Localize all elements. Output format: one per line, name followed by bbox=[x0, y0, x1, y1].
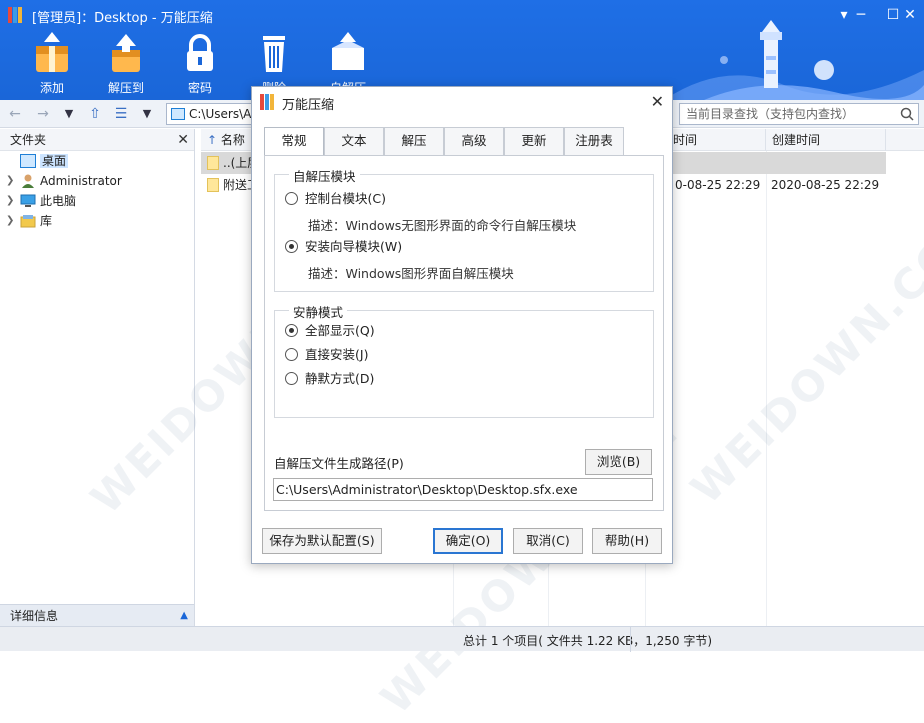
tree-item-administrator[interactable]: ❯ Administrator bbox=[0, 171, 194, 191]
ok-button[interactable]: 确定(O) bbox=[433, 528, 503, 554]
search-input[interactable]: 当前目录查找（支持包内查找） bbox=[679, 103, 919, 125]
search-placeholder: 当前目录查找（支持包内查找） bbox=[686, 107, 855, 121]
group-title: 自解压模块 bbox=[289, 166, 360, 185]
silent-mode-group: 安静模式 全部显示(Q) 直接安装(J) 静默方式(D) bbox=[274, 302, 654, 418]
up-folder-icon[interactable]: ⇧ bbox=[86, 105, 104, 123]
tab-general[interactable]: 常规 bbox=[264, 127, 324, 157]
password-button[interactable]: 密码 bbox=[165, 32, 235, 96]
title-bar: [管理员]：Desktop - 万能压缩 ▾ ─ ☐ ✕ bbox=[0, 0, 924, 30]
dialog-title: 万能压缩 bbox=[282, 98, 335, 113]
forward-icon[interactable]: → bbox=[34, 105, 52, 123]
radio-circle bbox=[285, 372, 298, 385]
tree-item-library[interactable]: ❯ 库 bbox=[0, 211, 194, 231]
console-module-description: 描述：Windows无图形界面的命令行自解压模块 bbox=[308, 218, 577, 233]
tree-item-this-pc[interactable]: ❯ 此电脑 bbox=[0, 191, 194, 211]
close-button[interactable]: ✕ bbox=[896, 4, 924, 26]
library-icon bbox=[20, 215, 36, 228]
minimize-button[interactable]: ─ bbox=[846, 4, 876, 26]
browse-button[interactable]: 浏览(B) bbox=[585, 449, 652, 475]
radio-circle bbox=[285, 348, 298, 361]
folder-panel-title: 文件夹 bbox=[10, 133, 47, 147]
back-icon[interactable]: ← bbox=[6, 105, 24, 123]
radio-circle bbox=[285, 192, 298, 205]
folder-icon bbox=[207, 178, 219, 192]
view-list-icon[interactable]: ☰ bbox=[112, 105, 130, 123]
collapse-up-icon[interactable]: ▲ bbox=[180, 605, 188, 627]
view-dropdown-icon[interactable]: ▼ bbox=[138, 105, 156, 123]
add-button[interactable]: 添加 bbox=[17, 32, 87, 96]
tab-update[interactable]: 更新 bbox=[504, 127, 564, 155]
details-panel-toggle[interactable]: 详细信息 ▲ bbox=[0, 604, 194, 626]
desktop-icon bbox=[171, 108, 185, 120]
folder-panel-header: 文件夹 ✕ bbox=[0, 129, 194, 151]
trash-icon bbox=[263, 36, 285, 72]
sfx-options-dialog: 万能压缩 ✕ 常规 文本 解压 高级 更新 注册表 自解压模块 控制台模块(C)… bbox=[251, 86, 673, 564]
radio-wizard-module[interactable]: 安装向导模块(W) bbox=[285, 237, 402, 257]
history-dropdown-icon[interactable]: ▼ bbox=[60, 105, 78, 123]
expand-arrow-icon[interactable]: ❯ bbox=[6, 191, 14, 211]
sfx-icon bbox=[332, 32, 364, 70]
output-path-label: 自解压文件生成路径(P) bbox=[274, 456, 404, 471]
folder-panel: 文件夹 ✕ 桌面 ❯ Administrator ❯ 此电脑 ❯ 库 详细信息 … bbox=[0, 129, 195, 626]
dialog-title-bar: 万能压缩 ✕ bbox=[252, 87, 672, 117]
help-button[interactable]: 帮助(H) bbox=[592, 528, 662, 554]
computer-icon bbox=[20, 194, 36, 207]
sort-up-icon: ↑ bbox=[207, 133, 218, 147]
status-divider bbox=[630, 627, 631, 652]
column-created[interactable]: 创建时间 bbox=[766, 129, 886, 151]
tab-registry[interactable]: 注册表 bbox=[564, 127, 624, 155]
group-title: 安静模式 bbox=[289, 302, 348, 321]
radio-circle-selected bbox=[285, 324, 298, 337]
radio-direct-install[interactable]: 直接安装(J) bbox=[285, 345, 368, 365]
expand-arrow-icon[interactable]: ❯ bbox=[6, 211, 14, 231]
status-bar: 总计 1 个项目( 文件共 1.22 KB，1,250 字节) bbox=[0, 626, 924, 652]
save-default-button[interactable]: 保存为默认配置(S) bbox=[262, 528, 382, 554]
radio-console-module[interactable]: 控制台模块(C) bbox=[285, 189, 386, 209]
expand-arrow-icon[interactable]: ❯ bbox=[6, 171, 14, 191]
status-text: 总计 1 个项目( 文件共 1.22 KB，1,250 字节) bbox=[463, 634, 713, 648]
dialog-close-icon[interactable]: ✕ bbox=[651, 92, 664, 111]
cancel-button[interactable]: 取消(C) bbox=[513, 528, 583, 554]
folder-icon bbox=[207, 156, 219, 170]
output-path-input[interactable]: C:\Users\Administrator\Desktop\Desktop.s… bbox=[273, 478, 653, 501]
address-text: C:\Users\A bbox=[189, 107, 252, 121]
extract-to-button[interactable]: 解压到 bbox=[91, 32, 161, 96]
sfx-module-group: 自解压模块 控制台模块(C) 描述：Windows无图形界面的命令行自解压模块 … bbox=[274, 166, 654, 292]
search-icon[interactable] bbox=[900, 107, 914, 121]
archive-add-icon bbox=[36, 32, 68, 72]
tab-text[interactable]: 文本 bbox=[324, 127, 384, 155]
app-header: [管理员]：Desktop - 万能压缩 ▾ ─ ☐ ✕ 添加 解压到 密码 bbox=[0, 0, 924, 100]
address-bar[interactable]: C:\Users\A bbox=[166, 103, 256, 125]
radio-show-all[interactable]: 全部显示(Q) bbox=[285, 321, 375, 341]
extract-icon bbox=[112, 34, 140, 72]
app-logo-icon bbox=[260, 94, 274, 110]
window-title: [管理员]：Desktop - 万能压缩 bbox=[32, 11, 213, 26]
user-icon bbox=[22, 174, 34, 188]
radio-silent[interactable]: 静默方式(D) bbox=[285, 369, 374, 389]
close-panel-icon[interactable]: ✕ bbox=[177, 129, 189, 151]
vertical-scrollbar[interactable] bbox=[886, 151, 924, 626]
desktop-icon bbox=[20, 154, 36, 168]
tree-item-desktop[interactable]: 桌面 bbox=[0, 151, 194, 171]
tab-extract[interactable]: 解压 bbox=[384, 127, 444, 155]
radio-circle-selected bbox=[285, 240, 298, 253]
app-logo-icon bbox=[8, 7, 22, 23]
column-divider bbox=[766, 151, 767, 626]
wizard-module-description: 描述：Windows图形界面自解压模块 bbox=[308, 266, 514, 281]
lock-icon bbox=[187, 34, 213, 71]
tab-advanced[interactable]: 高级 bbox=[444, 127, 504, 155]
